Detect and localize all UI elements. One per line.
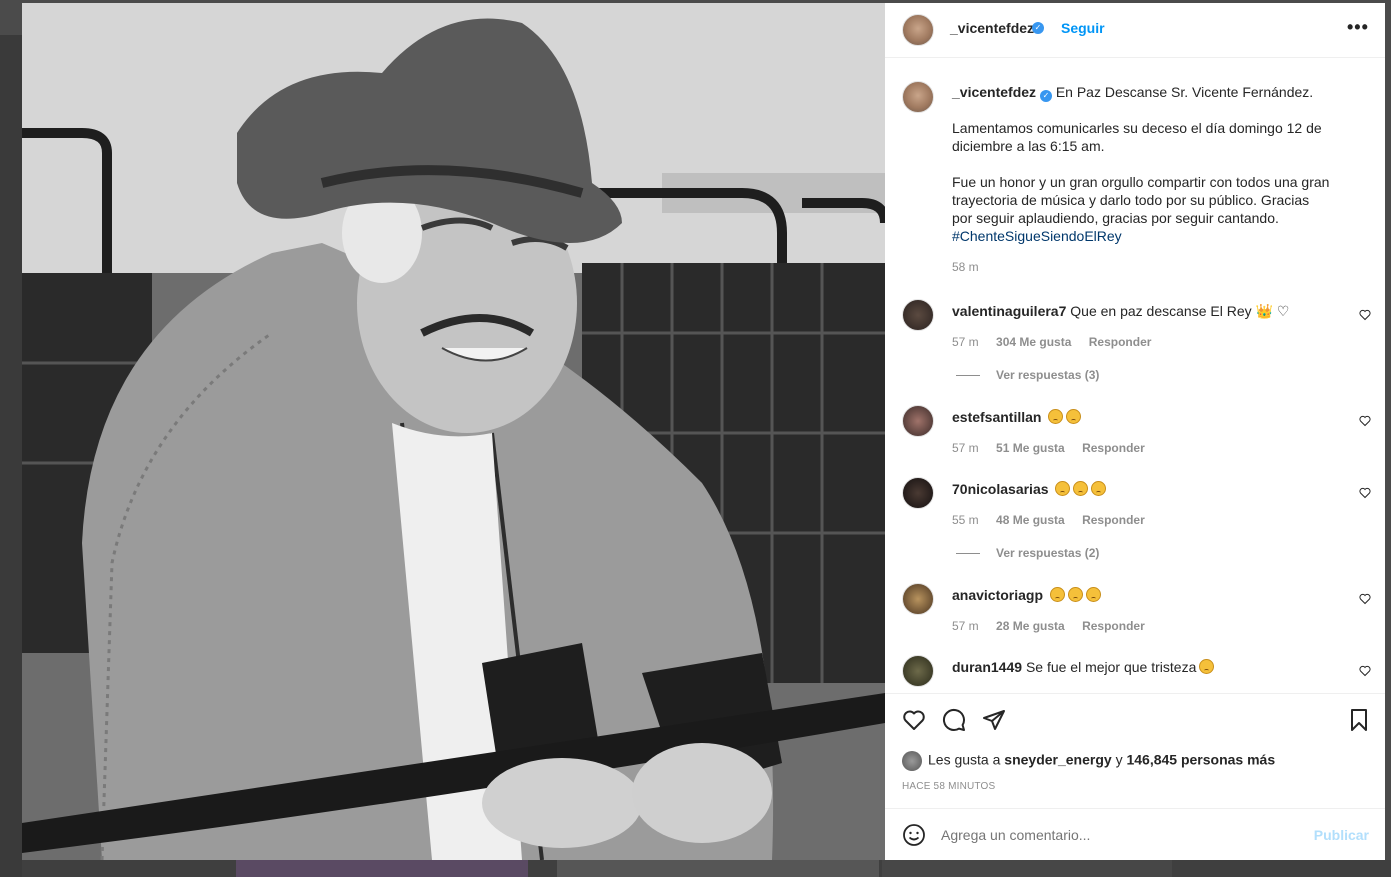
commenter-avatar[interactable] (902, 299, 934, 331)
caption-paragraph-1: Lamentamos comunicarles su deceso el día… (952, 120, 1322, 154)
sad-face-emoji-icon (1048, 409, 1064, 424)
comment-meta: 57 m 28 Me gusta Responder (952, 619, 1159, 633)
comment-meta: 55 m 48 Me gusta Responder (952, 513, 1159, 527)
comment-bubble-icon[interactable] (942, 708, 966, 732)
caption-avatar[interactable] (902, 81, 934, 113)
sad-face-emoji-icon (1067, 587, 1083, 602)
comment-time: 55 m (952, 513, 979, 527)
comment-time: 57 m (952, 619, 979, 633)
commenter-avatar[interactable] (902, 405, 934, 437)
comment-like-heart-icon[interactable] (1359, 487, 1371, 499)
background-thumbnail (882, 860, 1172, 877)
comment-meta: 57 m 304 Me gusta Responder (952, 335, 1165, 349)
comment-likes[interactable]: 48 Me gusta (996, 513, 1065, 527)
comment-text: Que en paz descanse El Rey 👑 ♡ (1070, 303, 1290, 319)
view-replies-button[interactable]: Ver respuestas (3) (956, 368, 1099, 382)
likes-conjunction: y (1111, 751, 1127, 768)
comment-meta: 57 m 51 Me gusta Responder (952, 441, 1159, 455)
sad-face-emoji-icon (1066, 409, 1082, 424)
comment-item: estefsantillan 57 m 51 Me gusta Responde… (885, 405, 1385, 465)
liker-username[interactable]: sneyder_energy (1004, 752, 1111, 768)
comment-item: duran1449 Se fue el mejor que tristeza (885, 655, 1385, 693)
likes-prefix: Les gusta a (928, 751, 1005, 768)
caption-title: En Paz Descanse Sr. Vicente Fernández. (1055, 84, 1314, 100)
comment-text-line: anavictoriagp (952, 587, 1101, 603)
comment-text-line: valentinaguilera7 Que en paz descanse El… (952, 303, 1289, 320)
comment-username[interactable]: anavictoriagp (952, 587, 1043, 603)
comments-scroll-area[interactable]: _vicentefdez ✓ En Paz Descanse Sr. Vicen… (885, 59, 1385, 693)
comment-likes[interactable]: 51 Me gusta (996, 441, 1065, 455)
likes-summary: Les gusta a sneyder_energy y 146,845 per… (902, 751, 1275, 771)
sad-face-emoji-icon (1199, 659, 1215, 674)
reply-button[interactable]: Responder (1089, 335, 1152, 349)
sad-face-emoji-icon (1091, 481, 1107, 496)
comment-username[interactable]: valentinaguilera7 (952, 303, 1066, 319)
reply-button[interactable]: Responder (1082, 619, 1145, 633)
comment-text-line: 70nicolasarias (952, 481, 1107, 497)
likes-count[interactable]: 146,845 personas más (1126, 752, 1275, 768)
comment-likes[interactable]: 304 Me gusta (996, 335, 1071, 349)
comment-like-heart-icon[interactable] (1359, 415, 1371, 427)
reply-button[interactable]: Responder (1082, 513, 1145, 527)
verified-badge-icon: ✓ (1032, 22, 1044, 34)
save-bookmark-icon[interactable] (1347, 708, 1371, 732)
more-options-icon[interactable]: ••• (1347, 17, 1369, 38)
caption-paragraph-2: Fue un honor y un gran orgullo compartir… (952, 174, 1330, 226)
verified-badge-icon: ✓ (1039, 90, 1052, 102)
action-bar (885, 693, 1385, 739)
share-send-icon[interactable] (982, 708, 1006, 732)
add-comment-bar: Publicar (885, 808, 1385, 860)
post-detail-panel: _vicentefdez ✓ Seguir ••• _vicentefdez ✓… (885, 3, 1385, 860)
view-replies-label: Ver respuestas (2) (996, 546, 1100, 560)
comment-time: 57 m (952, 335, 979, 349)
comment-time: 57 m (952, 441, 979, 455)
caption-first-line: _vicentefdez ✓ En Paz Descanse Sr. Vicen… (952, 83, 1332, 102)
liker-avatar[interactable] (902, 751, 922, 771)
follow-button[interactable]: Seguir (1061, 20, 1105, 36)
commenter-avatar[interactable] (902, 655, 934, 687)
background-page-bottom (22, 860, 1391, 877)
reply-button[interactable]: Responder (1082, 441, 1145, 455)
sad-face-emoji-icon (1085, 587, 1101, 602)
comment-input[interactable] (941, 825, 1301, 845)
comment-text-line: estefsantillan (952, 409, 1082, 425)
emoji-picker-icon[interactable] (902, 823, 926, 847)
commenter-avatar[interactable] (902, 477, 934, 509)
caption-hashtag[interactable]: #ChenteSigueSiendoElRey (952, 227, 1332, 245)
commenter-avatar[interactable] (902, 583, 934, 615)
post-timestamp: HACE 58 MINUTOS (902, 781, 996, 792)
comment-item: 70nicolasarias 55 m 48 Me gusta Responde… (885, 477, 1385, 537)
author-avatar[interactable] (902, 14, 934, 46)
background-page-strip (0, 35, 22, 877)
comment-item: valentinaguilera7 Que en paz descanse El… (885, 299, 1385, 359)
photo-illustration (22, 3, 885, 860)
comment-text-line: duran1449 Se fue el mejor que tristeza (952, 659, 1215, 675)
post-header: _vicentefdez ✓ Seguir ••• (885, 3, 1385, 58)
comment-text: Se fue el mejor que tristeza (1025, 659, 1197, 675)
view-replies-label: Ver respuestas (3) (996, 368, 1100, 382)
caption-username[interactable]: _vicentefdez (952, 84, 1036, 100)
comment-item: anavictoriagp 57 m 28 Me gusta Responder (885, 583, 1385, 643)
sad-face-emoji-icon (1049, 587, 1065, 602)
comment-username[interactable]: duran1449 (952, 659, 1022, 675)
comment-like-heart-icon[interactable] (1359, 309, 1371, 321)
sad-face-emoji-icon (1055, 481, 1071, 496)
view-replies-button[interactable]: Ver respuestas (2) (956, 546, 1099, 560)
author-username[interactable]: _vicentefdez (950, 20, 1034, 36)
sad-face-emoji-icon (1073, 481, 1089, 496)
comment-username[interactable]: 70nicolasarias (952, 481, 1049, 497)
comment-likes[interactable]: 28 Me gusta (996, 619, 1065, 633)
comment-username[interactable]: estefsantillan (952, 409, 1041, 425)
comment-like-heart-icon[interactable] (1359, 593, 1371, 605)
comment-like-heart-icon[interactable] (1359, 665, 1371, 677)
background-thumbnail (557, 860, 879, 877)
caption-time: 58 m (952, 260, 979, 274)
like-heart-icon[interactable] (902, 708, 926, 732)
background-thumbnail (236, 860, 528, 877)
publish-button[interactable]: Publicar (1314, 827, 1369, 843)
post-photo[interactable] (22, 3, 885, 860)
